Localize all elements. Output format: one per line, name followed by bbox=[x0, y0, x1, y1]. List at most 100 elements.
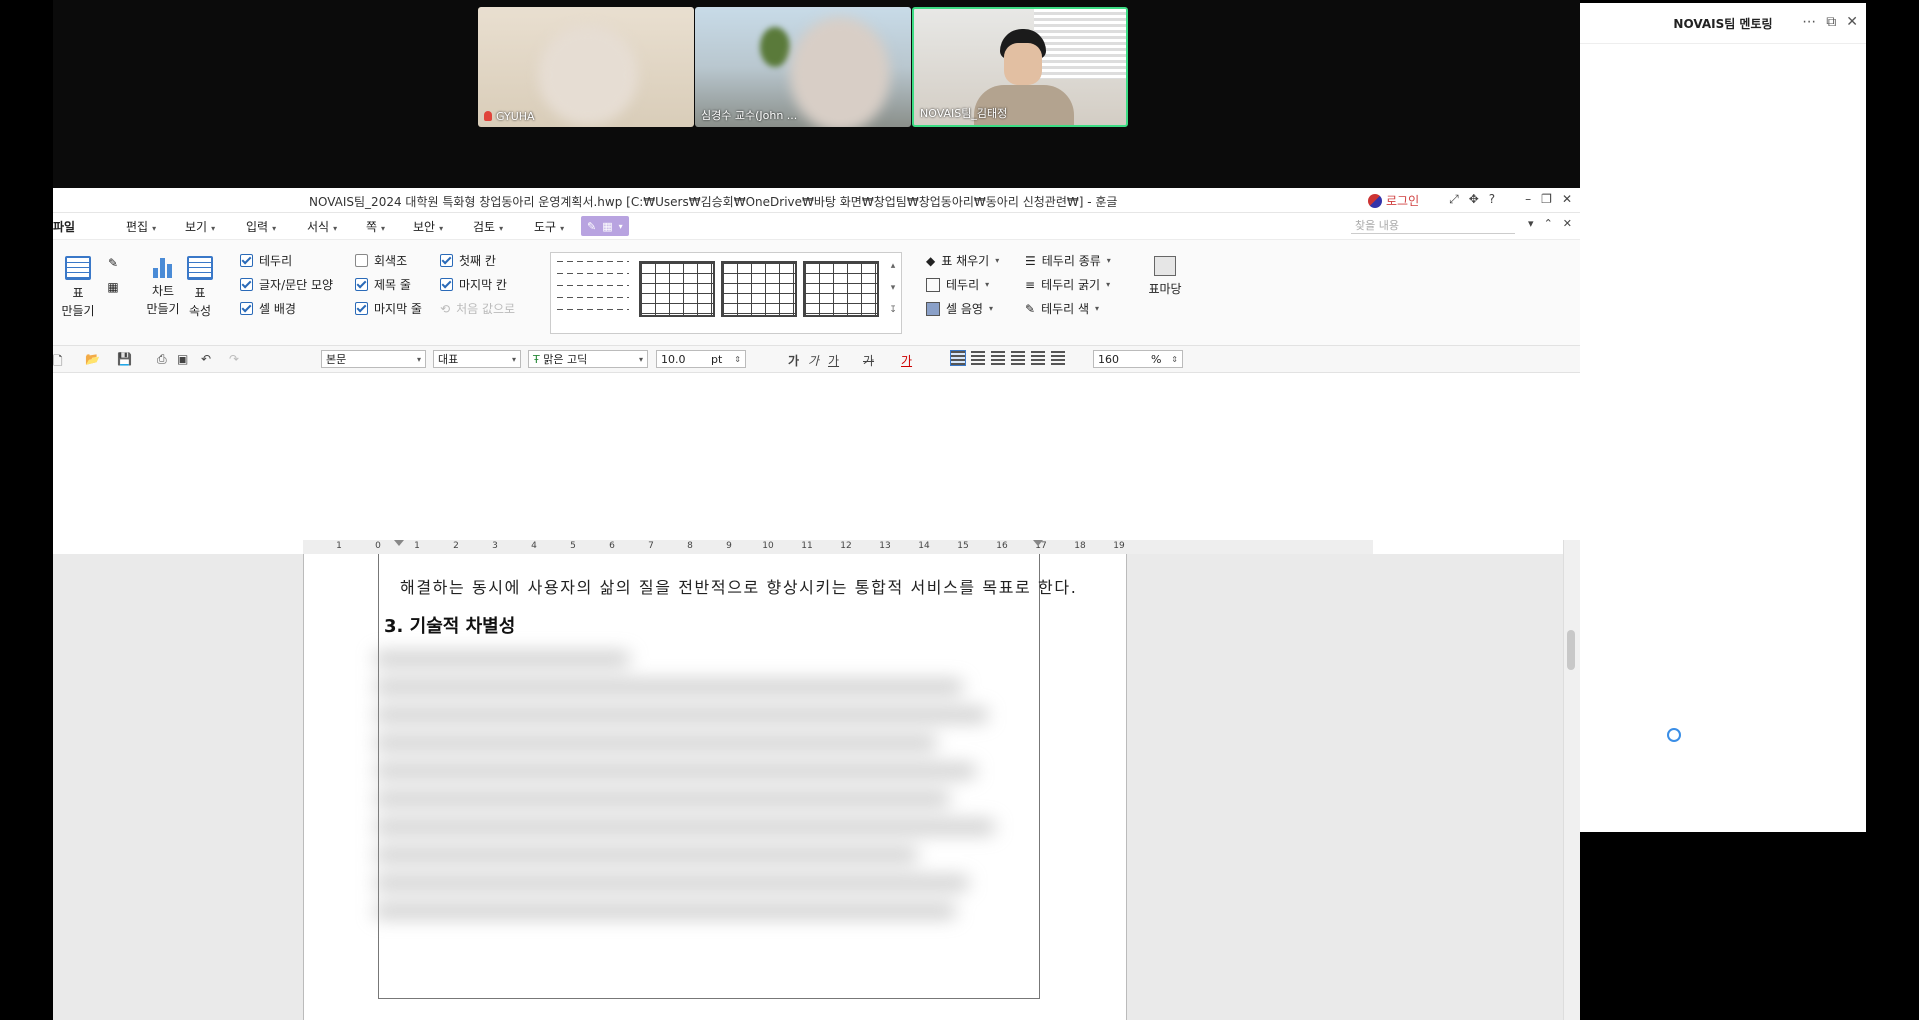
border-button[interactable]: 테두리 ▾ bbox=[926, 276, 989, 293]
check-last-row[interactable]: 마지막 줄 bbox=[355, 300, 422, 317]
ruler-tick: 5 bbox=[570, 541, 576, 551]
move-icon[interactable]: ✥ bbox=[1469, 192, 1479, 207]
table-props-button[interactable]: 표 속성 bbox=[185, 256, 215, 320]
table-style-3[interactable] bbox=[721, 261, 797, 317]
gallery-down-icon[interactable]: ▾ bbox=[887, 277, 899, 299]
collapse-ribbon-icon[interactable]: ⌃ bbox=[1544, 217, 1553, 230]
font-size-input[interactable]: 10.0 pt ⇕ bbox=[656, 350, 746, 368]
find-dropdown-icon[interactable]: ▾ bbox=[1528, 217, 1534, 230]
open-icon[interactable]: 📂 bbox=[85, 352, 100, 366]
login-button[interactable]: 로그인 bbox=[1368, 192, 1419, 209]
menu-format[interactable]: 서식 ▾ bbox=[307, 218, 337, 235]
restore-icon[interactable]: ❐ bbox=[1541, 192, 1552, 207]
close-icon[interactable]: ✕ bbox=[1846, 14, 1858, 30]
border-width-button[interactable]: ≡ 테두리 굵기 ▾ bbox=[1025, 276, 1110, 293]
ruler-tick: 11 bbox=[801, 541, 813, 551]
check-last-col[interactable]: 마지막 칸 bbox=[440, 276, 507, 293]
ruler-tick: 0 bbox=[375, 541, 381, 551]
strike-icon[interactable]: 가 bbox=[863, 352, 874, 369]
ruler-margin-marker[interactable] bbox=[394, 540, 404, 546]
chart-make-button[interactable]: 차트 만들기 bbox=[146, 256, 180, 318]
find-input[interactable]: 찾을 내용 bbox=[1351, 217, 1515, 234]
scroll-thumb[interactable] bbox=[1567, 630, 1575, 670]
reset-style-button[interactable]: ⟲ 처음 값으로 bbox=[440, 300, 515, 317]
print-icon[interactable]: ⎙ bbox=[157, 352, 167, 367]
ruler-tick: 2 bbox=[453, 541, 459, 551]
ruler-tick: 1 bbox=[414, 541, 420, 551]
border-type-button[interactable]: ☰ 테두리 종류 ▾ bbox=[1025, 252, 1111, 269]
align-left-icon[interactable] bbox=[971, 351, 985, 365]
table-make-button[interactable]: 표 만들기 bbox=[57, 256, 99, 320]
menu-review[interactable]: 검토 ▾ bbox=[473, 218, 503, 235]
menu-tools[interactable]: 도구 ▾ bbox=[534, 218, 564, 235]
close-doc-icon[interactable]: ✕ bbox=[1563, 217, 1572, 230]
vertical-scrollbar[interactable] bbox=[1563, 540, 1580, 1020]
menu-page[interactable]: 쪽 ▾ bbox=[366, 218, 385, 235]
section-heading: 3. 기술적 차별성 bbox=[384, 616, 516, 637]
gallery-up-icon[interactable]: ▴ bbox=[887, 255, 899, 277]
table-marker-button[interactable]: 표마당 bbox=[1143, 256, 1187, 298]
more-icon[interactable]: ⋯ bbox=[1802, 14, 1816, 30]
align-right-icon[interactable] bbox=[1011, 351, 1025, 365]
help-icon[interactable]: ? bbox=[1489, 192, 1495, 207]
participant-name: NOVAIS팀_김태정 bbox=[920, 107, 1008, 120]
align-split-icon[interactable] bbox=[1051, 351, 1065, 365]
zoom-input[interactable]: 160% ⇕ bbox=[1093, 350, 1183, 368]
menu-file[interactable]: 파일 bbox=[53, 218, 75, 235]
font-select[interactable]: Ŧ 맑은 고딕 ▾ bbox=[528, 350, 648, 368]
ruler-tick: 14 bbox=[918, 541, 930, 551]
redo-icon[interactable]: ↷ bbox=[229, 352, 239, 366]
align-center-icon[interactable] bbox=[991, 351, 1005, 365]
bold-icon[interactable]: 가 bbox=[788, 352, 799, 369]
chat-panel: NOVAIS팀 멘토링 ⋯ ⧉ ✕ bbox=[1580, 3, 1866, 832]
save-icon[interactable]: 💾 bbox=[117, 352, 132, 366]
align-distribute-icon[interactable] bbox=[1031, 351, 1045, 365]
table-style-2[interactable] bbox=[639, 261, 715, 317]
menu-view[interactable]: 보기 ▾ bbox=[185, 218, 215, 235]
gallery-more-icon[interactable]: ↧ bbox=[887, 299, 899, 321]
undo-icon[interactable]: ↶ bbox=[201, 352, 211, 366]
menu-security[interactable]: 보안 ▾ bbox=[413, 218, 443, 235]
menu-bar: 파일 편집 ▾ 보기 ▾ 입력 ▾ 서식 ▾ 쪽 ▾ 보안 ▾ 검토 ▾ 도구 ▾ ✎ ▦ ▾ 찾을… bbox=[53, 213, 1580, 240]
preview-icon[interactable]: ▣ bbox=[177, 352, 188, 366]
check-first-col[interactable]: 첫째 칸 bbox=[440, 252, 496, 269]
table-draw-icon[interactable]: ✎ bbox=[103, 254, 123, 272]
check-char-para[interactable]: 글자/문단 모양 bbox=[240, 276, 333, 293]
fullscreen-icon[interactable]: ⤢ bbox=[1449, 192, 1459, 207]
menu-insert[interactable]: 입력 ▾ bbox=[246, 218, 276, 235]
video-tile-professor[interactable]: 심경수 교수(John ... bbox=[695, 7, 911, 127]
close-window-icon[interactable]: ✕ bbox=[1562, 192, 1572, 207]
context-tab-table[interactable]: ✎ ▦ ▾ bbox=[581, 216, 629, 236]
ruler-margin-marker[interactable] bbox=[1033, 540, 1043, 546]
check-border[interactable]: 테두리 bbox=[240, 252, 292, 269]
border-color-button[interactable]: ✎ 테두리 색 ▾ bbox=[1025, 300, 1099, 317]
table-style-4[interactable] bbox=[803, 261, 879, 317]
underline-icon[interactable]: 가 bbox=[828, 352, 839, 369]
ruler-tick: 6 bbox=[609, 541, 615, 551]
video-tile-kim[interactable]: NOVAIS팀_김태정 bbox=[912, 7, 1128, 127]
popout-icon[interactable]: ⧉ bbox=[1826, 14, 1836, 30]
font-color-icon[interactable]: 가 bbox=[901, 352, 912, 369]
horizontal-ruler[interactable]: 1 0 1 2 3 4 5 6 7 8 9 10 11 12 13 14 15 16 17 18 19 bbox=[303, 540, 1373, 555]
check-header-row[interactable]: 제목 줄 bbox=[355, 276, 411, 293]
fill-table-button[interactable]: ◆ 표 채우기 ▾ bbox=[926, 252, 999, 269]
document-page[interactable]: 해결하는 동시에 사용자의 삶의 질을 전반적으로 향상시키는 통합적 서비스를… bbox=[303, 554, 1127, 1020]
menu-edit[interactable]: 편집 ▾ bbox=[126, 218, 156, 235]
login-label: 로그인 bbox=[1386, 194, 1420, 208]
new-doc-icon[interactable]: 🗋 bbox=[53, 352, 63, 373]
align-justify-icon[interactable] bbox=[950, 350, 966, 366]
table-erase-icon[interactable]: ▦ bbox=[103, 278, 123, 296]
format-toolbar: 🗋 📂 💾 ⎙ ▣ ↶ ↷ 본문 ▾ 대표 ▾ Ŧ 맑은 고딕 ▾ 10.0 pt ⇕ … bbox=[53, 346, 1580, 373]
language-select[interactable]: 대표 ▾ bbox=[433, 350, 521, 368]
check-grayscale[interactable]: 회색조 bbox=[355, 252, 407, 269]
cell-shade-button[interactable]: 셀 음영 ▾ bbox=[926, 300, 993, 317]
blurred-face bbox=[538, 25, 638, 125]
minimize-icon[interactable]: – bbox=[1525, 192, 1531, 207]
video-tile-gyuha[interactable]: GYUHA bbox=[478, 7, 694, 127]
check-cell-bg[interactable]: 셀 배경 bbox=[240, 300, 296, 317]
italic-icon[interactable]: 가 bbox=[808, 352, 819, 369]
table-style-1[interactable] bbox=[557, 261, 629, 313]
ruler-tick: 16 bbox=[996, 541, 1008, 551]
style-select[interactable]: 본문 ▾ bbox=[321, 350, 426, 368]
ruler-tick: 9 bbox=[726, 541, 732, 551]
